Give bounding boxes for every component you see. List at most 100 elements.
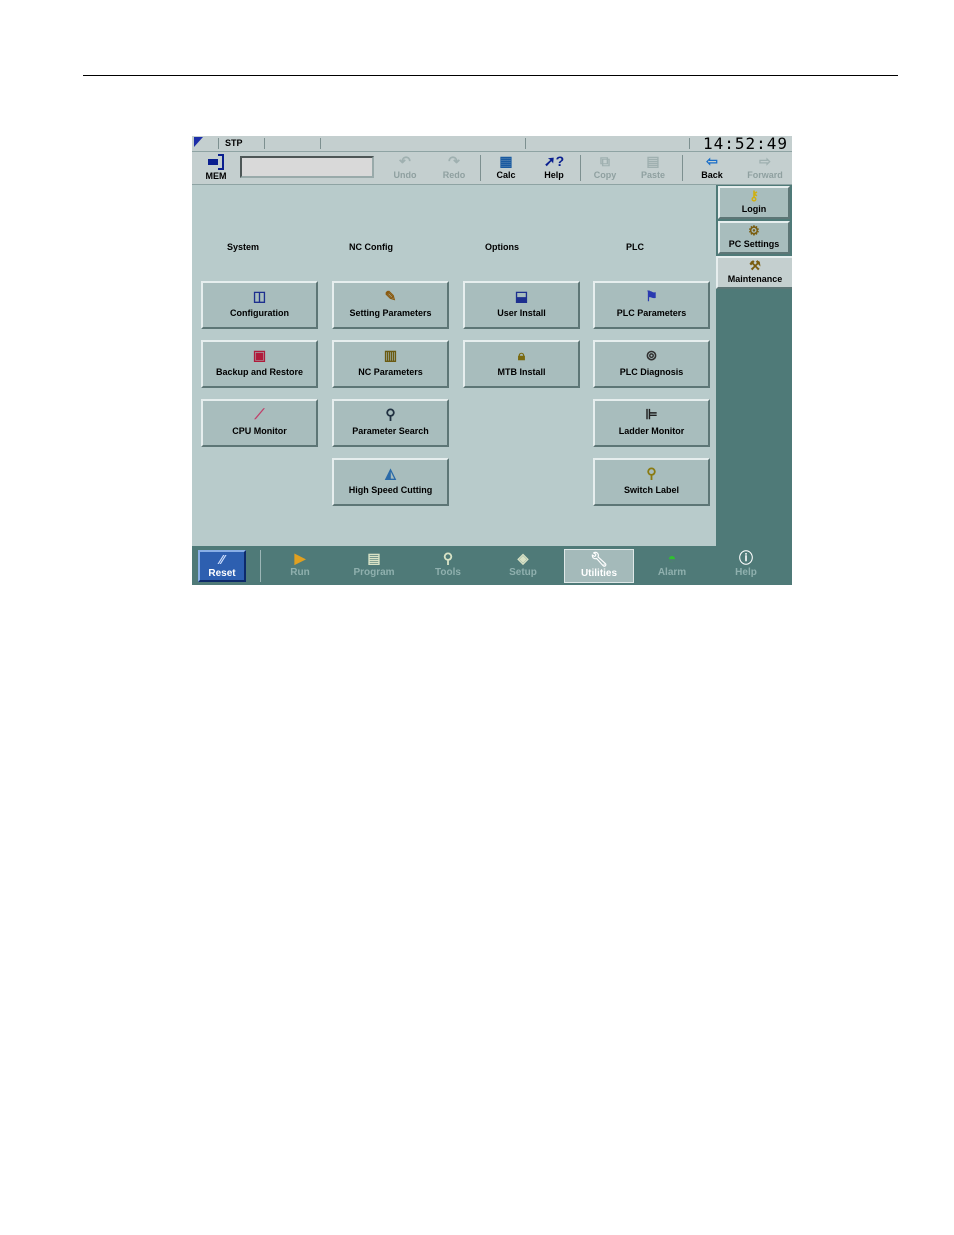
status-indicator-icon <box>194 137 203 147</box>
plc-diagnosis-button[interactable]: ⊚ PLC Diagnosis <box>593 340 710 388</box>
cpu-monitor-label: CPU Monitor <box>232 426 287 436</box>
help-toolbar-button[interactable]: ➚? Help <box>532 153 576 183</box>
redo-button[interactable]: ↷ Redo <box>432 153 476 183</box>
maintenance-icon: ⚒ <box>749 258 761 273</box>
configuration-label: Configuration <box>230 308 289 318</box>
nav-alarm[interactable]: ◓ Alarm <box>638 549 706 583</box>
setting-parameters-button[interactable]: ✎ Setting Parameters <box>332 281 449 329</box>
bottom-navigation: ⁄⁄ Reset ▶ Run ▤ Program ⚲ Tools ◈ Setup… <box>192 546 792 585</box>
nav-utilities[interactable]: 🔧︎ Utilities <box>564 549 634 583</box>
nc-parameters-icon: ▥ <box>383 347 398 363</box>
nc-parameters-button[interactable]: ▥ NC Parameters <box>332 340 449 388</box>
backup-restore-label: Backup and Restore <box>215 367 304 377</box>
nav-run[interactable]: ▶ Run <box>266 549 334 583</box>
setting-parameters-icon: ✎ <box>384 288 397 304</box>
cnc-screen: STP 14:52:49 MEM ↶ Undo ↷ Redo ▦ Calc ➚?… <box>192 136 792 585</box>
paste-label: Paste <box>640 170 666 180</box>
back-label: Back <box>701 170 723 180</box>
tab-pc-settings-label: PC Settings <box>728 239 780 249</box>
plc-parameters-icon: ⚑ <box>645 288 658 304</box>
plc-diagnosis-label: PLC Diagnosis <box>619 367 684 377</box>
status-bar: STP 14:52:49 <box>192 136 792 153</box>
user-install-button[interactable]: ⬓ User Install <box>463 281 580 329</box>
undo-button[interactable]: ↶ Undo <box>383 153 427 183</box>
mtb-install-button[interactable]: 🔒︎ MTB Install <box>463 340 580 388</box>
plc-parameters-button[interactable]: ⚑ PLC Parameters <box>593 281 710 329</box>
status-separator <box>218 138 219 149</box>
nav-program[interactable]: ▤ Program <box>340 549 408 583</box>
program-icon: ▤ <box>367 550 381 566</box>
setting-parameters-label: Setting Parameters <box>349 308 432 318</box>
parameter-search-button[interactable]: ⚲ Parameter Search <box>332 399 449 447</box>
calc-label: Calc <box>496 170 516 180</box>
nav-setup[interactable]: ◈ Setup <box>489 549 557 583</box>
help-toolbar-label: Help <box>544 170 564 180</box>
utilities-panel: System NC Config Options PLC ◫ Configura… <box>192 185 716 546</box>
copy-label: Copy <box>593 170 617 180</box>
clock: 14:52:49 <box>702 136 788 153</box>
status-separator <box>689 138 690 149</box>
backup-restore-icon: ▣ <box>252 347 267 363</box>
nav-program-label: Program <box>353 567 395 578</box>
paste-button[interactable]: ▤ Paste <box>631 153 675 183</box>
switch-label-button[interactable]: ⚲ Switch Label <box>593 458 710 506</box>
tab-login-label: Login <box>741 204 767 214</box>
mem-button[interactable]: MEM <box>196 153 236 183</box>
forward-arrow-icon: ⇨ <box>759 153 771 169</box>
user-install-icon: ⬓ <box>514 288 529 304</box>
nav-help[interactable]: ⓘ Help <box>712 549 780 583</box>
mtb-install-icon: 🔒︎ <box>517 347 526 363</box>
magnifier-icon: ⚲ <box>385 406 396 422</box>
page-header-rule <box>83 75 898 76</box>
wrench-icon: 🔧︎ <box>590 551 608 567</box>
parameter-search-label: Parameter Search <box>352 426 429 436</box>
undo-label: Undo <box>393 170 417 180</box>
info-icon: ⓘ <box>739 550 753 566</box>
help-cursor-icon: ➚? <box>543 153 565 169</box>
mtb-install-label: MTB Install <box>497 367 546 377</box>
tab-maintenance-label: Maintenance <box>727 274 783 284</box>
setup-icon: ◈ <box>517 550 529 566</box>
mdi-display-field[interactable] <box>240 156 374 178</box>
cpu-monitor-icon: ⟋ <box>254 406 265 422</box>
category-plc: PLC <box>626 242 644 252</box>
cpu-monitor-button[interactable]: ⟋ CPU Monitor <box>201 399 318 447</box>
ladder-monitor-icon: ⊫ <box>645 406 658 422</box>
status-separator <box>264 138 265 149</box>
configuration-button[interactable]: ◫ Configuration <box>201 281 318 329</box>
category-system: System <box>227 242 260 252</box>
copy-icon: ⧉ <box>600 153 610 169</box>
toolbar-separator <box>580 155 581 181</box>
key-icon: ⚷ <box>749 188 759 203</box>
configuration-icon: ◫ <box>252 288 267 304</box>
calculator-icon: ▦ <box>499 153 513 169</box>
nav-setup-label: Setup <box>509 567 537 578</box>
switch-label-icon: ⚲ <box>646 465 657 481</box>
user-install-label: User Install <box>497 308 546 318</box>
high-speed-cutting-button[interactable]: ◭ High Speed Cutting <box>332 458 449 506</box>
forward-label: Forward <box>747 170 783 180</box>
tab-maintenance[interactable]: ⚒ Maintenance <box>716 256 792 289</box>
run-icon: ▶ <box>294 550 306 566</box>
nav-tools[interactable]: ⚲ Tools <box>414 549 482 583</box>
forward-button[interactable]: ⇨ Forward <box>740 153 790 183</box>
reset-button[interactable]: ⁄⁄ Reset <box>198 550 246 582</box>
ladder-monitor-button[interactable]: ⊫ Ladder Monitor <box>593 399 710 447</box>
nav-help-label: Help <box>735 567 757 578</box>
status-mode: STP <box>225 138 243 148</box>
tools-icon: ⚲ <box>442 550 454 566</box>
calc-button[interactable]: ▦ Calc <box>484 153 528 183</box>
reset-label: Reset <box>208 568 236 579</box>
redo-label: Redo <box>442 170 466 180</box>
pc-settings-icon: ⚙ <box>748 223 760 238</box>
tab-pc-settings[interactable]: ⚙ PC Settings <box>718 221 790 254</box>
category-nc-config: NC Config <box>349 242 393 252</box>
back-button[interactable]: ⇦ Back <box>690 153 734 183</box>
undo-icon: ↶ <box>399 153 411 169</box>
copy-button[interactable]: ⧉ Copy <box>583 153 627 183</box>
tab-login[interactable]: ⚷ Login <box>718 186 790 219</box>
category-options: Options <box>485 242 519 252</box>
nav-utilities-label: Utilities <box>580 568 618 579</box>
nav-alarm-label: Alarm <box>657 567 687 578</box>
backup-restore-button[interactable]: ▣ Backup and Restore <box>201 340 318 388</box>
